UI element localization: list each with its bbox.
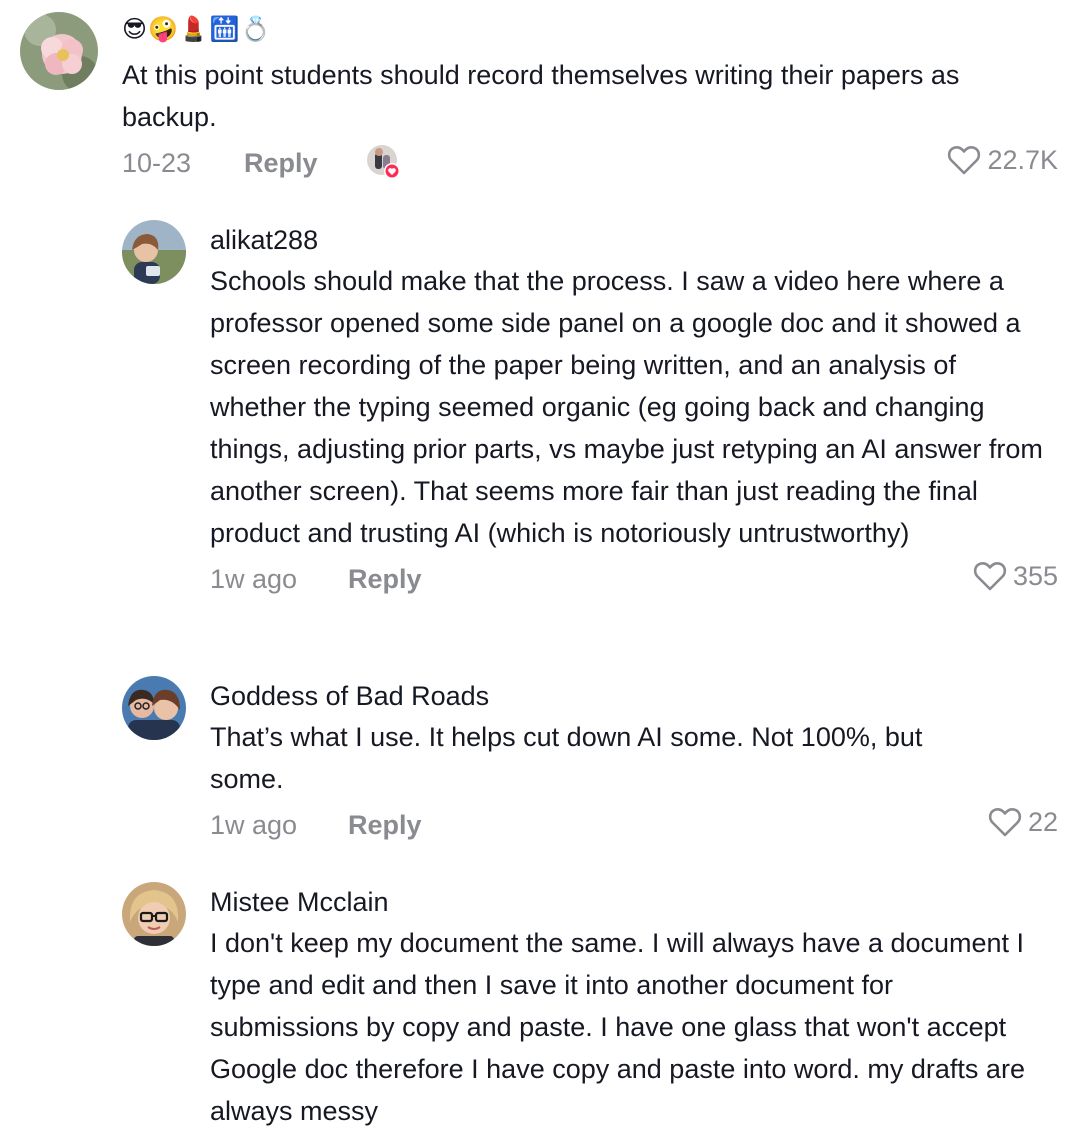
comment-meta: 1w ago Reply 22 [210,806,1058,850]
comment-text: At this point students should record the… [122,60,960,132]
comment-username[interactable]: Mistee Mcclain [210,886,1058,918]
like-count: 22 [1027,806,1058,837]
creator-liked-badge [366,144,402,180]
reply-button[interactable]: Reply [244,148,318,179]
comment-date: 1w ago [210,810,298,840]
reply-button[interactable]: Reply [348,810,422,841]
comment-body: Mistee Mcclain I don't keep my document … [210,886,1058,1132]
like-count: 355 [1012,560,1058,591]
comment-username[interactable]: alikat288 [210,224,1058,256]
comment: alikat288 Schools should make that the p… [0,200,1078,660]
comment-date: 10-23 [122,148,192,178]
comment-username[interactable]: 😎🤪💄🛗💍 [122,14,1058,46]
comment: Goddess of Bad Roads That’s what I use. … [0,660,1078,860]
comment: 😎🤪💄🛗💍 At this point students should reco… [0,0,1078,200]
comment-meta: 1w ago Reply 355 [210,560,1058,604]
avatar[interactable] [122,882,186,946]
comment-body: Goddess of Bad Roads That’s what I use. … [210,680,1058,850]
avatar[interactable] [122,676,186,740]
comment-username[interactable]: Goddess of Bad Roads [210,680,1058,712]
comment-body: 😎🤪💄🛗💍 At this point students should reco… [122,14,1058,188]
like-button[interactable]: 22 [988,806,1058,838]
heart-outline-icon [973,561,1007,591]
reply-button[interactable]: Reply [348,564,422,595]
heart-outline-icon [948,145,981,175]
comment-text: I don't keep my document the same. I wil… [210,928,1025,1126]
like-button[interactable]: 22.7K [947,144,1058,176]
comment-text: That’s what I use. It helps cut down AI … [210,722,923,794]
comment-meta: 10-23 Reply 22.7K [122,144,1058,188]
comment-date: 1w ago [210,564,298,594]
avatar[interactable] [122,220,186,284]
comment-body: alikat288 Schools should make that the p… [210,224,1058,604]
heart-outline-icon [988,807,1022,837]
like-button[interactable]: 355 [973,560,1058,592]
avatar[interactable] [20,12,98,90]
comment: Mistee Mcclain I don't keep my document … [0,866,1078,1136]
like-count: 22.7K [987,144,1058,175]
comment-text: Schools should make that the process. I … [210,266,1043,548]
